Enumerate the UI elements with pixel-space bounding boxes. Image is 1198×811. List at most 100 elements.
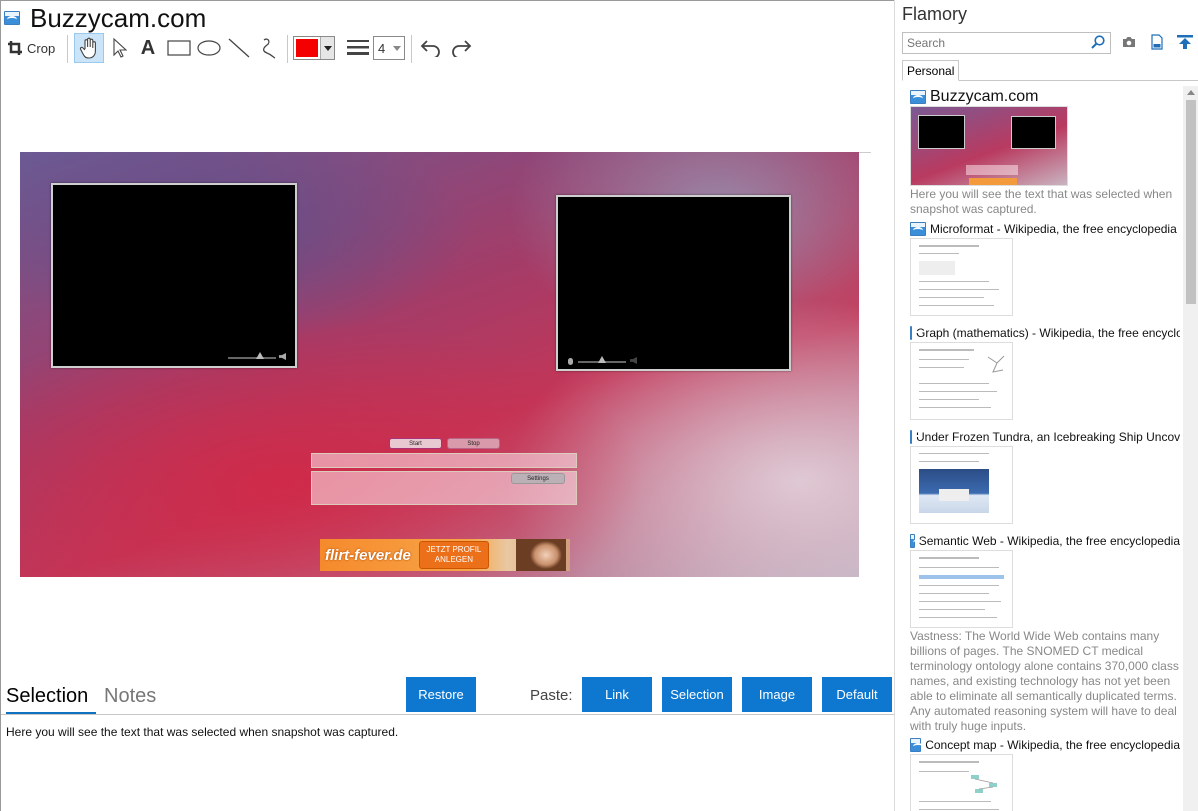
list-item-header: Semantic Web - Wikipedia, the free encyc…: [910, 534, 1180, 548]
webpage-icon: [910, 534, 923, 548]
new-page-icon[interactable]: [1151, 34, 1163, 50]
redo-button[interactable]: [447, 33, 475, 63]
rectangle-tool-button[interactable]: [165, 33, 193, 63]
list-item[interactable]: Under Frozen Tundra, an Icebreaking Ship…: [910, 430, 1180, 524]
thumbnail-ad: [969, 178, 1017, 185]
list-item-title: Graph (mathematics) - Wikipedia, the fre…: [916, 326, 1180, 340]
volume-slider-knob[interactable]: [256, 352, 264, 359]
list-item[interactable]: Microformat - Wikipedia, the free encycl…: [910, 222, 1180, 316]
line-icon: [228, 38, 250, 58]
microphone-icon: [568, 358, 573, 365]
color-picker[interactable]: [293, 33, 335, 63]
list-item[interactable]: Graph (mathematics) - Wikipedia, the fre…: [910, 326, 1180, 420]
settings-button[interactable]: Settings: [511, 473, 565, 484]
title-row: Buzzycam.com: [4, 4, 206, 32]
list-item[interactable]: Semantic Web - Wikipedia, the free encyc…: [910, 534, 1180, 734]
thumbnail-input: [966, 165, 1018, 175]
thumbnail-text-line: [919, 593, 989, 594]
webpage-icon: [910, 90, 926, 104]
undo-button[interactable]: [417, 33, 445, 63]
thumbnail-text-line: [919, 407, 991, 408]
restore-button[interactable]: Restore: [406, 677, 476, 712]
list-item-thumbnail: [910, 238, 1013, 316]
tab-personal[interactable]: Personal: [902, 60, 960, 81]
stop-button[interactable]: Stop: [447, 438, 500, 449]
list-item-thumbnail: [910, 106, 1068, 186]
dock-top-icon[interactable]: [1177, 35, 1193, 49]
stroke-width-value: 4: [378, 40, 386, 56]
list-item-title: Buzzycam.com: [930, 88, 1039, 105]
thumbnail-text-line: [919, 771, 969, 772]
paste-default-button[interactable]: Default: [822, 677, 892, 712]
list-item-thumbnail: [910, 342, 1013, 420]
list-item-title: Semantic Web - Wikipedia, the free encyc…: [918, 534, 1180, 548]
selection-text: Here you will see the text that was sele…: [6, 725, 399, 739]
stroke-width-select[interactable]: 4: [373, 33, 405, 63]
ellipse-tool-button[interactable]: [195, 33, 223, 63]
start-button[interactable]: Start: [389, 438, 442, 449]
color-dropdown-arrow[interactable]: [320, 37, 334, 59]
scrollbar-thumb[interactable]: [1186, 100, 1196, 304]
thumbnail-text-line: [919, 399, 979, 400]
line-tool-button[interactable]: [225, 33, 253, 63]
select-tool-button[interactable]: [107, 33, 133, 63]
search-icon[interactable]: [1091, 35, 1105, 49]
webpage-icon: [910, 430, 923, 444]
toolbar-divider: [287, 35, 288, 63]
list-item-thumbnail: [910, 754, 1013, 811]
tab-notes[interactable]: Notes: [104, 685, 156, 708]
tab-selection[interactable]: Selection: [6, 685, 96, 714]
chevron-down-icon: [393, 45, 401, 51]
list-item-thumbnail: [910, 446, 1013, 524]
snapshot-image[interactable]: Start Stop Settings flirt-fever.de JETZT…: [20, 152, 859, 577]
thumbnail-text-line: [919, 567, 999, 568]
app-window: Buzzycam.com Crop A 4 Start Stop Setting…: [0, 0, 1198, 811]
thumbnail-text-line: [919, 305, 994, 306]
crop-label: Crop: [27, 40, 56, 56]
sidebar-title: Flamory: [902, 4, 968, 24]
text-tool-button[interactable]: A: [135, 33, 161, 63]
thumbnail-block: [919, 261, 955, 275]
stroke-width-field[interactable]: 4: [373, 36, 405, 60]
thumbnail-text-line: [919, 297, 984, 298]
freehand-tool-button[interactable]: [255, 33, 283, 63]
webpage-icon: [910, 222, 926, 236]
thumbnail-text-line: [919, 367, 964, 368]
list-item[interactable]: Buzzycam.com Here you will see the text …: [910, 88, 1180, 217]
speaker-icon: [279, 353, 286, 360]
hand-icon: [79, 37, 96, 59]
undo-icon: [420, 40, 440, 57]
list-item-header: Buzzycam.com: [910, 88, 1180, 106]
ad-banner[interactable]: flirt-fever.de JETZT PROFIL ANLEGEN: [320, 539, 570, 571]
scroll-up-arrow[interactable]: [1187, 90, 1195, 95]
video-player-right[interactable]: [556, 195, 791, 371]
webpage-icon: [4, 11, 20, 25]
paste-image-button[interactable]: Image: [742, 677, 812, 712]
paste-selection-button[interactable]: Selection: [662, 677, 732, 712]
crop-button[interactable]: Crop: [7, 33, 61, 63]
thumbnail-text-line: [919, 281, 989, 282]
thumbnail-ship: [939, 489, 969, 501]
sidebar-scrollbar[interactable]: [1183, 86, 1198, 811]
search-input[interactable]: [902, 32, 1111, 54]
volume-slider[interactable]: [228, 357, 276, 359]
toolbar-divider: [411, 35, 412, 63]
thumbnail-text-line: [919, 391, 997, 392]
thumbnail-text-line: [919, 617, 997, 618]
thumbnail-text-line: [919, 253, 959, 254]
thumbnail-text-line: [919, 453, 989, 454]
list-item[interactable]: Concept map - Wikipedia, the free encycl…: [910, 738, 1180, 811]
camera-icon[interactable]: [1122, 36, 1136, 48]
snapshot-list: Buzzycam.com Here you will see the text …: [902, 86, 1182, 811]
chat-input[interactable]: [311, 453, 577, 468]
thumbnail-text-line: [919, 601, 1001, 602]
paste-link-button[interactable]: Link: [582, 677, 652, 712]
pan-tool-button[interactable]: [74, 33, 104, 63]
snapshot-editor: Buzzycam.com Crop A 4 Start Stop Setting…: [0, 0, 895, 811]
mic-slider-knob[interactable]: [598, 356, 606, 363]
ad-brand: flirt-fever.de: [325, 546, 411, 564]
webpage-icon: [910, 738, 924, 752]
thumbnail-text-line: [919, 809, 999, 810]
line-width-button[interactable]: [345, 33, 371, 63]
video-player-left[interactable]: [51, 183, 297, 368]
